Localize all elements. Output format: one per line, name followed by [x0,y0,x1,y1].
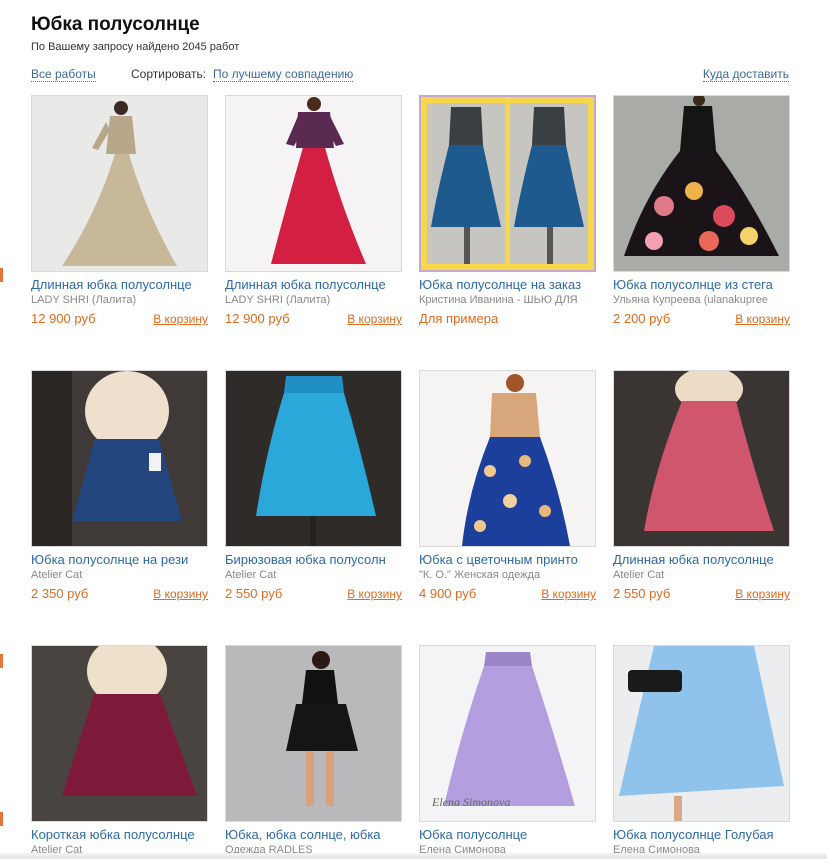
product-seller[interactable]: LADY SHRI (Лалита) [31,294,208,306]
product-image[interactable] [225,645,402,822]
product-image[interactable] [225,95,402,272]
edge-marker [0,654,3,668]
add-to-cart-link[interactable]: В корзину [541,587,596,601]
product-price: 2 200 руб [613,311,671,326]
page-title: Юбка полусолнце [31,14,200,35]
product-price: Для примера [419,311,499,326]
product-card: Юбка полусолнце на рези Atelier Cat 2 35… [31,370,208,603]
product-card: Юбка полусолнце из стега Ульяна Купреева… [613,95,790,328]
product-image[interactable] [31,645,208,822]
product-seller[interactable]: Atelier Cat [225,569,402,581]
product-title[interactable]: Длинная юбка полусолнце [613,552,790,567]
product-title[interactable]: Бирюзовая юбка полусолн [225,552,402,567]
edge-marker [0,268,3,282]
product-image[interactable] [613,95,790,272]
product-card: Короткая юбка полусолнце Atelier Cat [31,645,208,856]
add-to-cart-link[interactable]: В корзину [735,312,790,326]
product-card: Бирюзовая юбка полусолн Atelier Cat 2 55… [225,370,402,603]
product-price: 2 350 руб [31,586,89,601]
product-title[interactable]: Длинная юбка полусолнце [225,277,402,292]
add-to-cart-link[interactable]: В корзину [347,587,402,601]
product-price: 2 550 руб [225,586,283,601]
product-title[interactable]: Длинная юбка полусолнце [31,277,208,292]
add-to-cart-link[interactable]: В корзину [153,587,208,601]
product-title[interactable]: Юбка с цветочным принто [419,552,596,567]
product-title[interactable]: Юбка полусолнце Голубая [613,827,790,842]
product-image[interactable] [613,370,790,547]
product-image[interactable] [419,370,596,547]
all-works-link[interactable]: Все работы [31,67,96,82]
product-seller[interactable]: Кристина Иванина - ШЬЮ ДЛЯ [419,294,596,306]
product-title[interactable]: Короткая юбка полусолнце [31,827,208,842]
product-image[interactable] [613,645,790,822]
result-count: По Вашему запросу найдено 2045 работ [31,41,240,53]
edge-marker [0,812,3,826]
product-image[interactable] [419,95,596,272]
sort-label: Сортировать: [131,67,207,81]
product-card: Длинная юбка полусолнце Atelier Cat 2 55… [613,370,790,603]
add-to-cart-link[interactable]: В корзину [153,312,208,326]
product-card: Юбка с цветочным принто "К. О." Женская … [419,370,596,603]
product-price: 2 550 руб [613,586,671,601]
sort-dropdown[interactable]: По лучшему совпадению [213,67,354,82]
filter-bar: Все работы Сортировать: По лучшему совпа… [31,67,789,83]
product-card: Юбка полусолнце Голубая Елена Симонова [613,645,790,856]
product-card: Elena Simonova Юбка полусолнце Елена Сим… [419,645,596,856]
product-seller[interactable]: Ульяна Купреева (ulanakupree [613,294,790,306]
product-seller[interactable]: "К. О." Женская одежда [419,569,596,581]
product-image[interactable] [225,370,402,547]
product-title[interactable]: Юбка полусолнце на рези [31,552,208,567]
product-title[interactable]: Юбка полусолнце [419,827,596,842]
product-image[interactable] [31,370,208,547]
product-card: Юбка, юбка солнце, юбка Одежда RADLES [225,645,402,856]
product-card: Юбка полусолнце на заказ Кристина Иванин… [419,95,596,328]
window-bottom-edge [0,853,827,859]
product-card: Длинная юбка полусолнце LADY SHRI (Лалит… [225,95,402,328]
product-title[interactable]: Юбка полусолнце из стега [613,277,790,292]
product-seller[interactable]: LADY SHRI (Лалита) [225,294,402,306]
product-seller[interactable]: Atelier Cat [31,569,208,581]
photo-watermark: Elena Simonova [431,795,510,809]
product-image[interactable]: Elena Simonova [419,645,596,822]
product-price: 12 900 руб [31,311,96,326]
product-price: 4 900 руб [419,586,477,601]
product-price: 12 900 руб [225,311,290,326]
add-to-cart-link[interactable]: В корзину [347,312,402,326]
product-seller[interactable]: Atelier Cat [613,569,790,581]
product-title[interactable]: Юбка, юбка солнце, юбка [225,827,402,842]
product-title[interactable]: Юбка полусолнце на заказ [419,277,596,292]
add-to-cart-link[interactable]: В корзину [735,587,790,601]
delivery-link[interactable]: Куда доставить [702,67,789,82]
product-card: Длинная юбка полусолнце LADY SHRI (Лалит… [31,95,208,328]
product-image[interactable] [31,95,208,272]
